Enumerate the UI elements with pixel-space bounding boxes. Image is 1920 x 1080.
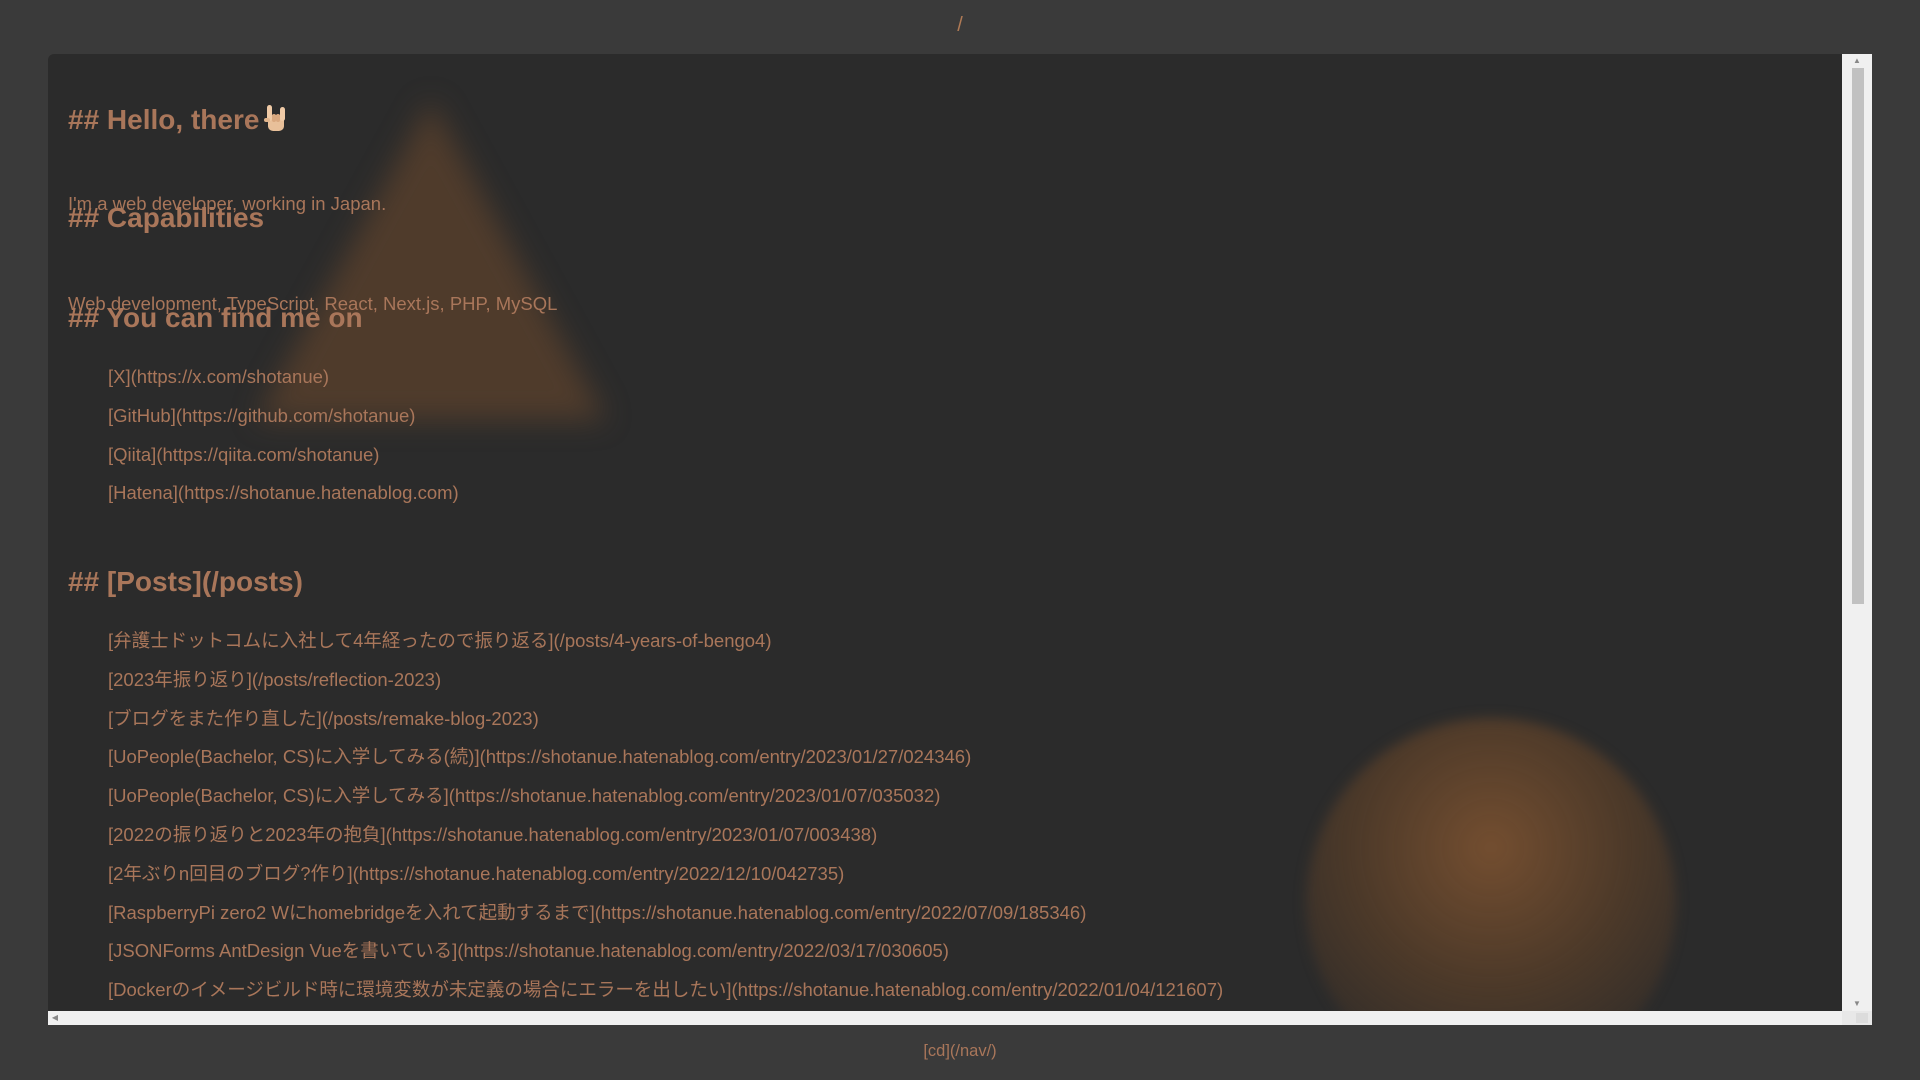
post-link[interactable]: [ブログをまた作り直した](/posts/remake-blog-2023) [108, 708, 539, 729]
scroll-down-arrow-icon[interactable]: ▼ [1842, 997, 1872, 1011]
content-area: ## Hello, there I'm a web developer, wor… [48, 54, 1842, 1011]
main-panel: ## Hello, there I'm a web developer, wor… [48, 54, 1872, 1025]
post-link[interactable]: [Dockerのイメージビルド時に環境変数が未定義の場合にエラーを出したい](h… [108, 979, 1223, 1000]
horizontal-scrollbar[interactable]: ◀ ▶ [48, 1011, 1872, 1025]
find-me-heading: ## You can find me on [68, 302, 363, 333]
post-link[interactable]: [JSONForms AntDesign Vueを書いている](https://… [108, 940, 949, 961]
list-item: [JSONForms AntDesign Vueを書いている](https://… [108, 940, 1223, 979]
hello-heading: ## Hello, there [68, 102, 289, 136]
list-item: [ブログをまた作り直した](/posts/remake-blog-2023) [108, 708, 1223, 747]
scrollbar-corner [1842, 1011, 1872, 1025]
list-item: [GitHub](https://github.com/shotanue) [108, 405, 459, 444]
social-links-list: [X](https://x.com/shotanue) [GitHub](htt… [108, 366, 459, 521]
posts-list: [弁護士ドットコムに入社して4年経ったので振り返る](/posts/4-year… [108, 630, 1223, 1011]
post-link[interactable]: [2年ぶりn回目のブログ?作り](https://shotanue.hatena… [108, 863, 844, 884]
list-item: [UoPeople(Bachelor, CS)に入学してみる](https://… [108, 785, 1223, 824]
post-link[interactable]: [2023年振り返り](/posts/reflection-2023) [108, 669, 441, 690]
post-link[interactable]: [UoPeople(Bachelor, CS)に入学してみる(続)](https… [108, 746, 971, 767]
footer-nav-link[interactable]: [cd](/nav/) [923, 1042, 996, 1060]
vertical-scroll-thumb[interactable] [1852, 68, 1864, 604]
list-item: [X](https://x.com/shotanue) [108, 366, 459, 405]
list-item: [Hatena](https://shotanue.hatenablog.com… [108, 482, 459, 521]
social-link-qiita[interactable]: [Qiita](https://qiita.com/shotanue) [108, 444, 379, 465]
post-link[interactable]: [UoPeople(Bachelor, CS)に入学してみる](https://… [108, 785, 940, 806]
resize-grip-icon[interactable] [1856, 1013, 1868, 1023]
post-link[interactable]: [2022の振り返りと2023年の抱負](https://shotanue.ha… [108, 824, 877, 845]
post-link[interactable]: [弁護士ドットコムに入社して4年経ったので振り返る](/posts/4-year… [108, 630, 772, 651]
list-item: [2022の振り返りと2023年の抱負](https://shotanue.ha… [108, 824, 1223, 863]
list-item: [UoPeople(Bachelor, CS)に入学してみる(続)](https… [108, 746, 1223, 785]
posts-heading-link[interactable]: ## [Posts](/posts) [68, 566, 303, 597]
list-item: [RaspberryPi zero2 Wにhomebridgeを入れて起動するま… [108, 902, 1223, 941]
list-item: [2023年振り返り](/posts/reflection-2023) [108, 669, 1223, 708]
vertical-scrollbar[interactable]: ▲ ▼ [1842, 54, 1872, 1011]
social-link-github[interactable]: [GitHub](https://github.com/shotanue) [108, 405, 415, 426]
capabilities-heading: ## Capabilities [68, 202, 265, 233]
decorative-circle [1306, 718, 1676, 1011]
social-link-x[interactable]: [X](https://x.com/shotanue) [108, 366, 329, 387]
footer: [cd](/nav/) [0, 1042, 1920, 1061]
list-item: [Dockerのイメージビルド時に環境変数が未定義の場合にエラーを出したい](h… [108, 979, 1223, 1011]
sign-of-the-horns-icon [264, 105, 286, 131]
list-item: [2年ぶりn回目のブログ?作り](https://shotanue.hatena… [108, 863, 1223, 902]
scroll-left-arrow-icon[interactable]: ◀ [48, 1011, 62, 1025]
page-path-title: / [957, 14, 963, 36]
social-link-hatena[interactable]: [Hatena](https://shotanue.hatenablog.com… [108, 482, 459, 503]
posts-heading: ## [Posts](/posts) [68, 566, 303, 598]
scroll-up-arrow-icon[interactable]: ▲ [1842, 54, 1872, 68]
post-link[interactable]: [RaspberryPi zero2 Wにhomebridgeを入れて起動するま… [108, 902, 1086, 923]
list-item: [Qiita](https://qiita.com/shotanue) [108, 444, 459, 483]
list-item: [弁護士ドットコムに入社して4年経ったので振り返る](/posts/4-year… [108, 630, 1223, 669]
